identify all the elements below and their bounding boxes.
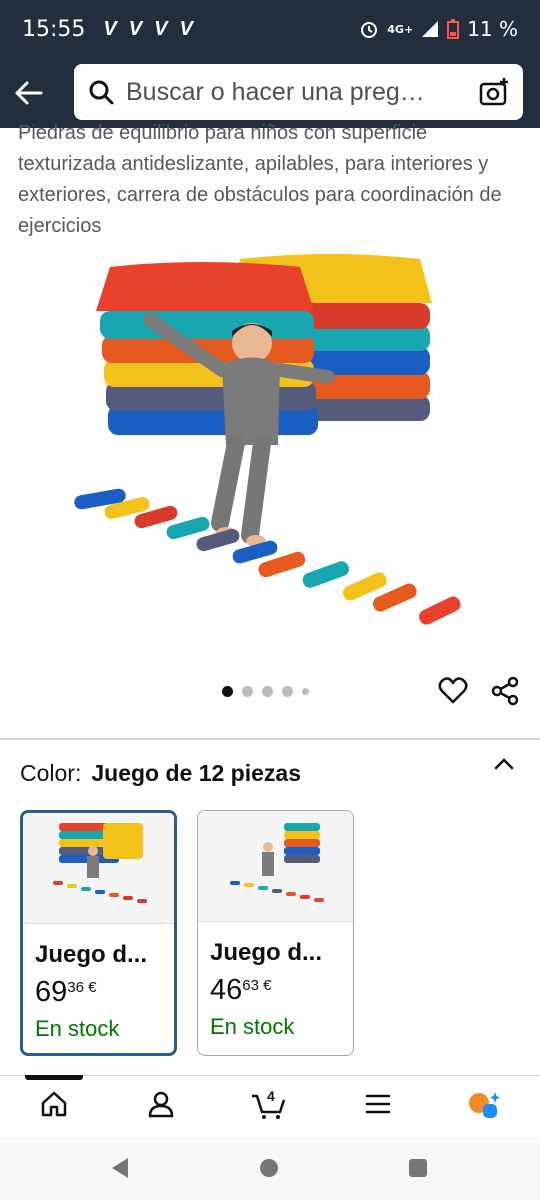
variant-price: 4663 € bbox=[210, 974, 271, 1007]
color-value: Juego de 12 piezas bbox=[91, 760, 301, 786]
carousel-dot[interactable] bbox=[262, 686, 273, 697]
search-icon bbox=[89, 80, 114, 105]
account-icon[interactable] bbox=[147, 1090, 175, 1118]
price-whole: 46 bbox=[210, 974, 243, 1006]
notification-icon: V bbox=[154, 17, 168, 40]
carousel-dot[interactable] bbox=[222, 686, 233, 697]
system-recents-icon[interactable] bbox=[408, 1158, 428, 1178]
notification-icon: V bbox=[128, 17, 143, 40]
assistant-icon[interactable] bbox=[467, 1090, 503, 1122]
search-placeholder: Buscar o hacer una preg… bbox=[126, 77, 425, 106]
price-fraction: 36 € bbox=[67, 979, 97, 996]
arrow-left-icon bbox=[15, 81, 43, 105]
camera-search-icon[interactable] bbox=[479, 77, 509, 107]
notification-icon: V bbox=[103, 17, 117, 40]
search-input[interactable]: Buscar o hacer una preg… bbox=[74, 64, 523, 120]
carousel-dot[interactable] bbox=[242, 686, 253, 697]
image-carousel-dots[interactable] bbox=[222, 686, 309, 697]
system-back-icon[interactable] bbox=[110, 1157, 130, 1179]
variant-thumbnail bbox=[198, 811, 353, 922]
carousel-dot[interactable] bbox=[282, 686, 293, 697]
notification-icon: V bbox=[179, 17, 193, 40]
stock-status: En stock bbox=[35, 1016, 120, 1041]
color-label: Color: bbox=[20, 760, 82, 786]
color-selector[interactable]: Color: Juego de 12 piezas bbox=[20, 760, 520, 787]
variant-card-12-pieces[interactable]: Juego d... 6936 € En stock bbox=[20, 810, 177, 1056]
share-icon[interactable] bbox=[490, 676, 520, 706]
variant-card-alt[interactable]: Juego d... 4663 € En stock bbox=[197, 810, 354, 1056]
battery-icon bbox=[447, 19, 460, 39]
heart-icon[interactable] bbox=[438, 676, 468, 706]
system-nav-bar bbox=[0, 1137, 540, 1200]
stacked-steppers-front bbox=[96, 262, 318, 435]
stock-status: En stock bbox=[210, 1014, 295, 1039]
stepping-stones-row bbox=[74, 488, 461, 625]
status-time: 15:55 bbox=[22, 16, 86, 42]
price-fraction: 63 € bbox=[242, 977, 272, 994]
alarm-icon bbox=[361, 22, 378, 38]
variant-price: 6936 € bbox=[35, 976, 96, 1009]
menu-icon[interactable] bbox=[364, 1090, 392, 1118]
product-image[interactable] bbox=[0, 245, 540, 675]
variant-name: Juego d... bbox=[35, 941, 148, 968]
section-divider bbox=[0, 738, 540, 740]
carousel-dot[interactable] bbox=[302, 688, 309, 695]
battery-level: 11 % bbox=[467, 17, 518, 41]
home-icon[interactable] bbox=[40, 1090, 68, 1118]
variant-thumbnail bbox=[23, 813, 174, 924]
system-home-icon[interactable] bbox=[259, 1158, 279, 1178]
active-tab-indicator bbox=[25, 1075, 83, 1080]
notification-icons: V V V V bbox=[103, 18, 192, 41]
chevron-up-icon[interactable] bbox=[492, 752, 516, 776]
variant-name: Juego d... bbox=[210, 939, 323, 966]
cart-count: 4 bbox=[267, 1088, 275, 1104]
signal-icon bbox=[422, 21, 439, 37]
product-description: Piedras de equilibrio para niños con sup… bbox=[18, 122, 502, 237]
network-type: 4G+ bbox=[387, 22, 414, 36]
price-whole: 69 bbox=[35, 976, 68, 1008]
status-bar: 15:55 V V V V 4G+ 11 % bbox=[0, 0, 540, 58]
